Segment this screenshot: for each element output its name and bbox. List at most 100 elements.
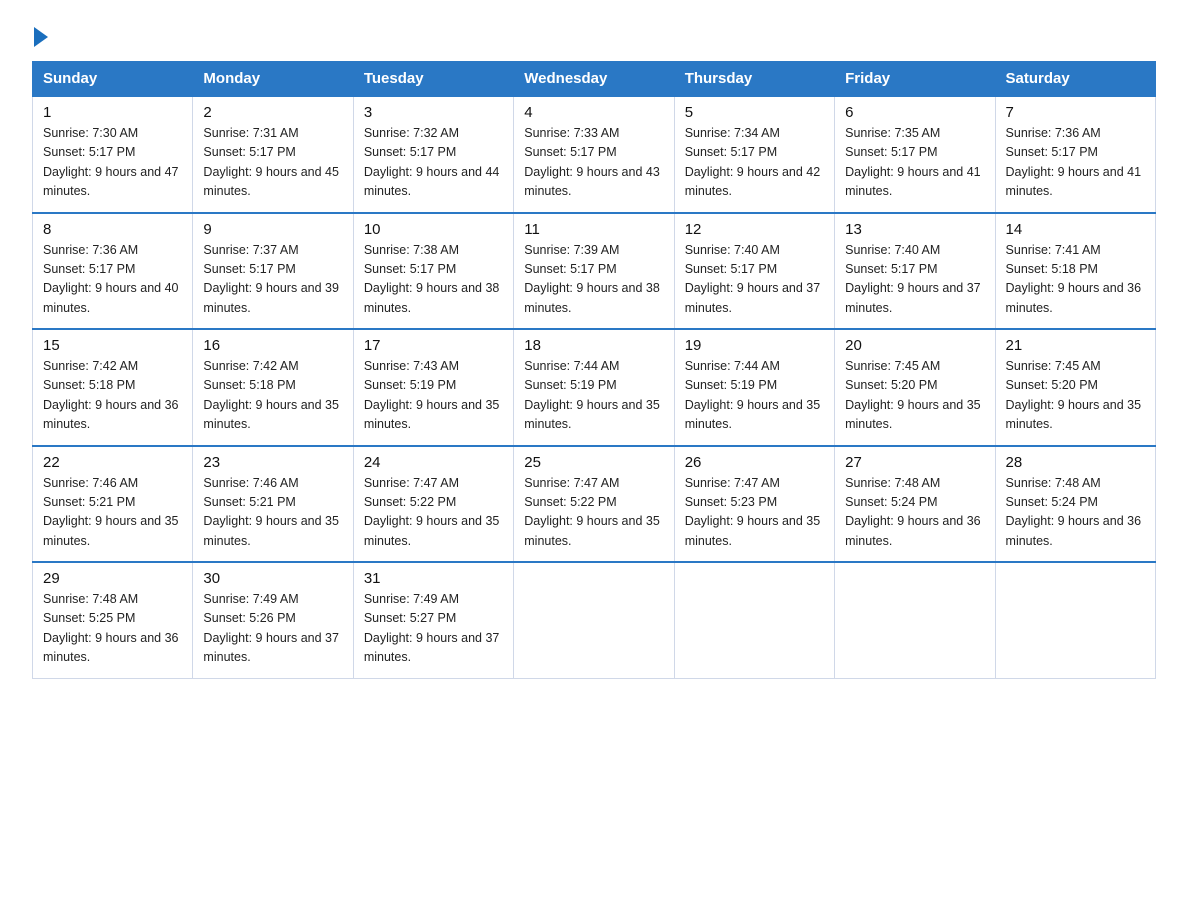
day-info: Sunrise: 7:49 AMSunset: 5:26 PMDaylight:…	[203, 592, 339, 664]
calendar-cell: 28 Sunrise: 7:48 AMSunset: 5:24 PMDaylig…	[995, 446, 1155, 563]
calendar-cell: 9 Sunrise: 7:37 AMSunset: 5:17 PMDayligh…	[193, 213, 353, 330]
day-info: Sunrise: 7:42 AMSunset: 5:18 PMDaylight:…	[203, 359, 339, 431]
day-info: Sunrise: 7:36 AMSunset: 5:17 PMDaylight:…	[1006, 126, 1142, 198]
day-number: 7	[1006, 104, 1145, 121]
day-info: Sunrise: 7:40 AMSunset: 5:17 PMDaylight:…	[845, 243, 981, 315]
day-number: 9	[203, 221, 342, 238]
calendar-cell: 22 Sunrise: 7:46 AMSunset: 5:21 PMDaylig…	[33, 446, 193, 563]
day-number: 16	[203, 337, 342, 354]
day-info: Sunrise: 7:46 AMSunset: 5:21 PMDaylight:…	[43, 476, 179, 548]
calendar-cell: 13 Sunrise: 7:40 AMSunset: 5:17 PMDaylig…	[835, 213, 995, 330]
calendar-cell: 26 Sunrise: 7:47 AMSunset: 5:23 PMDaylig…	[674, 446, 834, 563]
day-number: 14	[1006, 221, 1145, 238]
calendar-cell: 25 Sunrise: 7:47 AMSunset: 5:22 PMDaylig…	[514, 446, 674, 563]
calendar-cell: 27 Sunrise: 7:48 AMSunset: 5:24 PMDaylig…	[835, 446, 995, 563]
calendar-cell	[514, 562, 674, 678]
day-number: 29	[43, 570, 182, 587]
col-header-thursday: Thursday	[674, 62, 834, 97]
calendar-cell: 10 Sunrise: 7:38 AMSunset: 5:17 PMDaylig…	[353, 213, 513, 330]
calendar-cell: 12 Sunrise: 7:40 AMSunset: 5:17 PMDaylig…	[674, 213, 834, 330]
day-number: 10	[364, 221, 503, 238]
day-info: Sunrise: 7:39 AMSunset: 5:17 PMDaylight:…	[524, 243, 660, 315]
day-number: 17	[364, 337, 503, 354]
day-info: Sunrise: 7:49 AMSunset: 5:27 PMDaylight:…	[364, 592, 500, 664]
logo-arrow-icon	[34, 27, 48, 47]
day-info: Sunrise: 7:44 AMSunset: 5:19 PMDaylight:…	[524, 359, 660, 431]
day-number: 13	[845, 221, 984, 238]
day-info: Sunrise: 7:32 AMSunset: 5:17 PMDaylight:…	[364, 126, 500, 198]
day-info: Sunrise: 7:42 AMSunset: 5:18 PMDaylight:…	[43, 359, 179, 431]
calendar-cell: 3 Sunrise: 7:32 AMSunset: 5:17 PMDayligh…	[353, 96, 513, 213]
day-number: 27	[845, 454, 984, 471]
col-header-wednesday: Wednesday	[514, 62, 674, 97]
calendar-cell	[835, 562, 995, 678]
day-info: Sunrise: 7:38 AMSunset: 5:17 PMDaylight:…	[364, 243, 500, 315]
calendar-cell: 7 Sunrise: 7:36 AMSunset: 5:17 PMDayligh…	[995, 96, 1155, 213]
day-number: 3	[364, 104, 503, 121]
day-info: Sunrise: 7:36 AMSunset: 5:17 PMDaylight:…	[43, 243, 179, 315]
col-header-sunday: Sunday	[33, 62, 193, 97]
calendar-cell: 31 Sunrise: 7:49 AMSunset: 5:27 PMDaylig…	[353, 562, 513, 678]
day-info: Sunrise: 7:41 AMSunset: 5:18 PMDaylight:…	[1006, 243, 1142, 315]
calendar-cell: 6 Sunrise: 7:35 AMSunset: 5:17 PMDayligh…	[835, 96, 995, 213]
day-number: 6	[845, 104, 984, 121]
day-info: Sunrise: 7:43 AMSunset: 5:19 PMDaylight:…	[364, 359, 500, 431]
day-number: 22	[43, 454, 182, 471]
calendar-cell: 15 Sunrise: 7:42 AMSunset: 5:18 PMDaylig…	[33, 329, 193, 446]
col-header-monday: Monday	[193, 62, 353, 97]
day-info: Sunrise: 7:34 AMSunset: 5:17 PMDaylight:…	[685, 126, 821, 198]
day-info: Sunrise: 7:45 AMSunset: 5:20 PMDaylight:…	[1006, 359, 1142, 431]
day-number: 18	[524, 337, 663, 354]
page-header	[32, 24, 1156, 43]
calendar-cell: 20 Sunrise: 7:45 AMSunset: 5:20 PMDaylig…	[835, 329, 995, 446]
day-info: Sunrise: 7:40 AMSunset: 5:17 PMDaylight:…	[685, 243, 821, 315]
day-info: Sunrise: 7:44 AMSunset: 5:19 PMDaylight:…	[685, 359, 821, 431]
calendar-cell: 14 Sunrise: 7:41 AMSunset: 5:18 PMDaylig…	[995, 213, 1155, 330]
calendar-cell: 16 Sunrise: 7:42 AMSunset: 5:18 PMDaylig…	[193, 329, 353, 446]
day-number: 26	[685, 454, 824, 471]
day-info: Sunrise: 7:35 AMSunset: 5:17 PMDaylight:…	[845, 126, 981, 198]
day-info: Sunrise: 7:47 AMSunset: 5:22 PMDaylight:…	[364, 476, 500, 548]
calendar-cell: 19 Sunrise: 7:44 AMSunset: 5:19 PMDaylig…	[674, 329, 834, 446]
day-info: Sunrise: 7:37 AMSunset: 5:17 PMDaylight:…	[203, 243, 339, 315]
calendar-cell: 11 Sunrise: 7:39 AMSunset: 5:17 PMDaylig…	[514, 213, 674, 330]
day-number: 19	[685, 337, 824, 354]
calendar-cell: 1 Sunrise: 7:30 AMSunset: 5:17 PMDayligh…	[33, 96, 193, 213]
calendar-cell: 18 Sunrise: 7:44 AMSunset: 5:19 PMDaylig…	[514, 329, 674, 446]
day-info: Sunrise: 7:47 AMSunset: 5:23 PMDaylight:…	[685, 476, 821, 548]
calendar-week-row: 29 Sunrise: 7:48 AMSunset: 5:25 PMDaylig…	[33, 562, 1156, 678]
day-number: 30	[203, 570, 342, 587]
calendar-cell: 29 Sunrise: 7:48 AMSunset: 5:25 PMDaylig…	[33, 562, 193, 678]
calendar-cell: 24 Sunrise: 7:47 AMSunset: 5:22 PMDaylig…	[353, 446, 513, 563]
day-info: Sunrise: 7:31 AMSunset: 5:17 PMDaylight:…	[203, 126, 339, 198]
calendar-cell	[674, 562, 834, 678]
calendar-cell: 2 Sunrise: 7:31 AMSunset: 5:17 PMDayligh…	[193, 96, 353, 213]
day-number: 23	[203, 454, 342, 471]
day-number: 15	[43, 337, 182, 354]
day-number: 8	[43, 221, 182, 238]
day-number: 2	[203, 104, 342, 121]
day-info: Sunrise: 7:48 AMSunset: 5:24 PMDaylight:…	[845, 476, 981, 548]
calendar-cell	[995, 562, 1155, 678]
calendar-week-row: 15 Sunrise: 7:42 AMSunset: 5:18 PMDaylig…	[33, 329, 1156, 446]
day-number: 20	[845, 337, 984, 354]
day-number: 28	[1006, 454, 1145, 471]
col-header-tuesday: Tuesday	[353, 62, 513, 97]
calendar-table: SundayMondayTuesdayWednesdayThursdayFrid…	[32, 61, 1156, 679]
day-info: Sunrise: 7:48 AMSunset: 5:24 PMDaylight:…	[1006, 476, 1142, 548]
col-header-saturday: Saturday	[995, 62, 1155, 97]
day-number: 12	[685, 221, 824, 238]
col-header-friday: Friday	[835, 62, 995, 97]
day-number: 11	[524, 221, 663, 238]
calendar-cell: 8 Sunrise: 7:36 AMSunset: 5:17 PMDayligh…	[33, 213, 193, 330]
calendar-cell: 23 Sunrise: 7:46 AMSunset: 5:21 PMDaylig…	[193, 446, 353, 563]
day-info: Sunrise: 7:48 AMSunset: 5:25 PMDaylight:…	[43, 592, 179, 664]
day-info: Sunrise: 7:45 AMSunset: 5:20 PMDaylight:…	[845, 359, 981, 431]
day-info: Sunrise: 7:46 AMSunset: 5:21 PMDaylight:…	[203, 476, 339, 548]
day-number: 5	[685, 104, 824, 121]
calendar-header-row: SundayMondayTuesdayWednesdayThursdayFrid…	[33, 62, 1156, 97]
calendar-cell: 4 Sunrise: 7:33 AMSunset: 5:17 PMDayligh…	[514, 96, 674, 213]
logo	[32, 24, 48, 43]
calendar-cell: 30 Sunrise: 7:49 AMSunset: 5:26 PMDaylig…	[193, 562, 353, 678]
day-info: Sunrise: 7:33 AMSunset: 5:17 PMDaylight:…	[524, 126, 660, 198]
